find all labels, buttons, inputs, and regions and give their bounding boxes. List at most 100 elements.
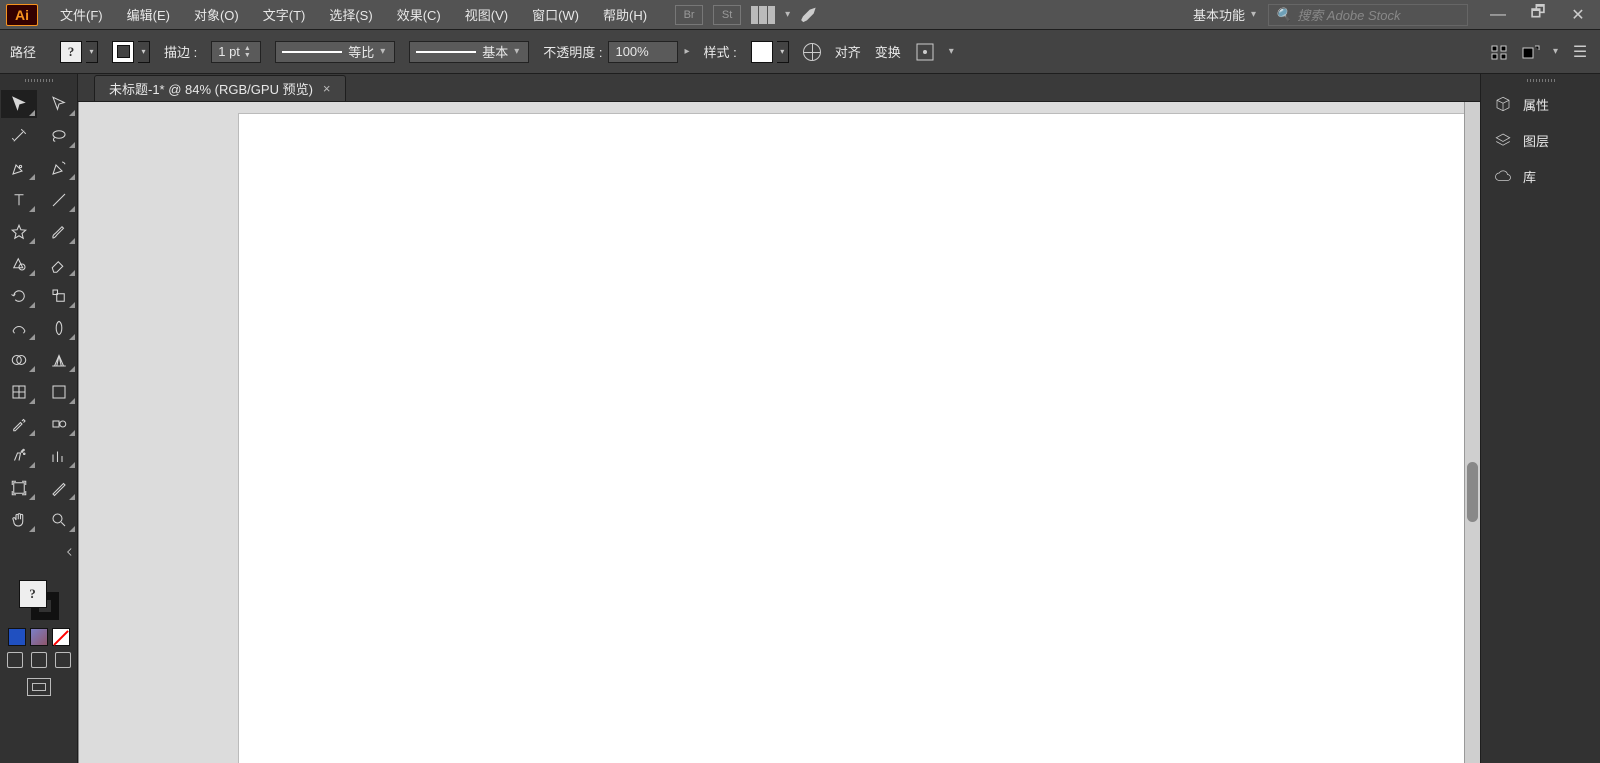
- graphic-style-dropdown[interactable]: ▾: [777, 41, 789, 63]
- perspective-grid-tool[interactable]: [41, 346, 77, 374]
- fill-stroke-indicator[interactable]: ?: [17, 578, 61, 622]
- draw-mode-row: [7, 652, 71, 668]
- stepper-icon[interactable]: ▲▼: [244, 45, 251, 59]
- chevron-down-icon: ▾: [785, 9, 790, 20]
- screen-mode-row: [27, 678, 51, 696]
- transform-proxy-icon[interactable]: [915, 42, 935, 62]
- vertical-scrollbar[interactable]: [1464, 102, 1480, 763]
- eyedropper-tool[interactable]: [1, 410, 37, 438]
- opacity-stepper[interactable]: ▸: [684, 46, 689, 57]
- selection-tool[interactable]: [1, 90, 37, 118]
- document-tab[interactable]: 未标题-1* @ 84% (RGB/GPU 预览) ×: [94, 75, 346, 101]
- pin-icon[interactable]: [1489, 42, 1509, 62]
- minimize-button[interactable]: —: [1482, 5, 1514, 25]
- draw-inside[interactable]: [55, 652, 71, 668]
- free-transform-tool[interactable]: [41, 314, 77, 342]
- fill-dropdown[interactable]: ▾: [86, 41, 98, 63]
- star-tool[interactable]: [1, 218, 37, 246]
- toggle-tool[interactable]: [41, 538, 77, 566]
- draw-normal[interactable]: [7, 652, 23, 668]
- panel-label: 图层: [1523, 131, 1549, 150]
- menu-help[interactable]: 帮助(H): [593, 1, 657, 28]
- stroke-swatch[interactable]: [112, 41, 134, 63]
- panel-grip[interactable]: [1481, 74, 1600, 86]
- menu-edit[interactable]: 编辑(E): [117, 1, 180, 28]
- menubar: Ai 文件(F) 编辑(E) 对象(O) 文字(T) 选择(S) 效果(C) 视…: [0, 0, 1600, 30]
- workspace-switcher[interactable]: 基本功能 ▾: [1185, 1, 1264, 28]
- bridge-button[interactable]: Br: [675, 5, 703, 25]
- stroke-width-input[interactable]: 1 pt ▲▼: [211, 41, 261, 63]
- scrollbar-thumb[interactable]: [1467, 462, 1478, 522]
- panel-grip[interactable]: [0, 74, 77, 86]
- color-mode-gradient[interactable]: [30, 628, 48, 646]
- stroke-swatch-group: ▾: [112, 41, 150, 63]
- close-icon[interactable]: ×: [323, 81, 331, 96]
- artboard-tool[interactable]: [1, 474, 37, 502]
- screen-mode-toggle[interactable]: [27, 678, 51, 696]
- maximize-button[interactable]: 🗗: [1522, 5, 1554, 25]
- blend-tool[interactable]: [41, 410, 77, 438]
- menu-file[interactable]: 文件(F): [50, 1, 113, 28]
- layers-icon: [1493, 130, 1513, 150]
- direct-selection-tool[interactable]: [41, 90, 77, 118]
- color-mode-none[interactable]: [52, 628, 70, 646]
- isolate-icon[interactable]: [1521, 42, 1541, 62]
- menu-effect[interactable]: 效果(C): [387, 1, 451, 28]
- lasso-tool[interactable]: [41, 122, 77, 150]
- panel-layers[interactable]: 图层: [1481, 122, 1600, 158]
- canvas[interactable]: [78, 102, 1480, 763]
- symbol-sprayer-tool[interactable]: [1, 442, 37, 470]
- stock-button[interactable]: St: [713, 5, 741, 25]
- gpu-rocket-icon[interactable]: [800, 5, 820, 25]
- brush-label: 基本: [482, 42, 508, 61]
- mesh-tool[interactable]: [1, 378, 37, 406]
- type-tool[interactable]: [1, 186, 37, 214]
- close-button[interactable]: ✕: [1562, 5, 1594, 25]
- zoom-tool[interactable]: [41, 506, 77, 534]
- width-tool[interactable]: [1, 314, 37, 342]
- slice-tool[interactable]: [41, 474, 77, 502]
- width-profile-dropdown[interactable]: 等比 ▾: [275, 41, 395, 63]
- column-graph-tool[interactable]: [41, 442, 77, 470]
- control-bar-menu-icon[interactable]: ☰: [1570, 42, 1590, 62]
- scale-tool[interactable]: [41, 282, 77, 310]
- pen-tool[interactable]: [1, 154, 37, 182]
- menu-type[interactable]: 文字(T): [253, 1, 316, 28]
- menu-select[interactable]: 选择(S): [319, 1, 382, 28]
- line-segment-tool[interactable]: [41, 186, 77, 214]
- shape-builder-tool[interactable]: [1, 346, 37, 374]
- transform-label[interactable]: 变换: [875, 42, 901, 61]
- recolor-artwork-icon[interactable]: [803, 43, 821, 61]
- document-area: 未标题-1* @ 84% (RGB/GPU 预览) ×: [78, 74, 1480, 763]
- draw-behind[interactable]: [31, 652, 47, 668]
- arrange-documents-button[interactable]: [751, 6, 775, 24]
- search-input[interactable]: 🔍 搜索 Adobe Stock: [1268, 4, 1468, 26]
- menu-view[interactable]: 视图(V): [455, 1, 518, 28]
- hand-tool[interactable]: [1, 506, 37, 534]
- stroke-label: 描边 :: [164, 42, 197, 61]
- eraser-tool[interactable]: [41, 250, 77, 278]
- curvature-tool[interactable]: [41, 154, 77, 182]
- magic-wand-tool[interactable]: [1, 122, 37, 150]
- gradient-tool[interactable]: [41, 378, 77, 406]
- opacity-input[interactable]: 100%: [608, 41, 678, 63]
- fill-swatch-group: ? ▾: [60, 41, 98, 63]
- shaper-tool[interactable]: [1, 250, 37, 278]
- graphic-style-swatch[interactable]: [751, 41, 773, 63]
- menu-object[interactable]: 对象(O): [184, 1, 249, 28]
- panel-libraries[interactable]: 库: [1481, 158, 1600, 194]
- rotate-tool[interactable]: [1, 282, 37, 310]
- workspace-label: 基本功能: [1193, 5, 1245, 24]
- menu-window[interactable]: 窗口(W): [522, 1, 589, 28]
- stroke-dropdown[interactable]: ▾: [138, 41, 150, 63]
- align-label[interactable]: 对齐: [835, 42, 861, 61]
- paintbrush-tool[interactable]: [41, 218, 77, 246]
- color-mode-solid[interactable]: [8, 628, 26, 646]
- color-mode-row: [8, 628, 70, 646]
- chevron-down-icon: ▾: [514, 46, 519, 57]
- brush-definition-dropdown[interactable]: 基本 ▾: [409, 41, 529, 63]
- fill-indicator[interactable]: ?: [19, 580, 47, 608]
- fill-swatch[interactable]: ?: [60, 41, 82, 63]
- panel-properties[interactable]: 属性: [1481, 86, 1600, 122]
- panel-label: 库: [1523, 167, 1536, 186]
